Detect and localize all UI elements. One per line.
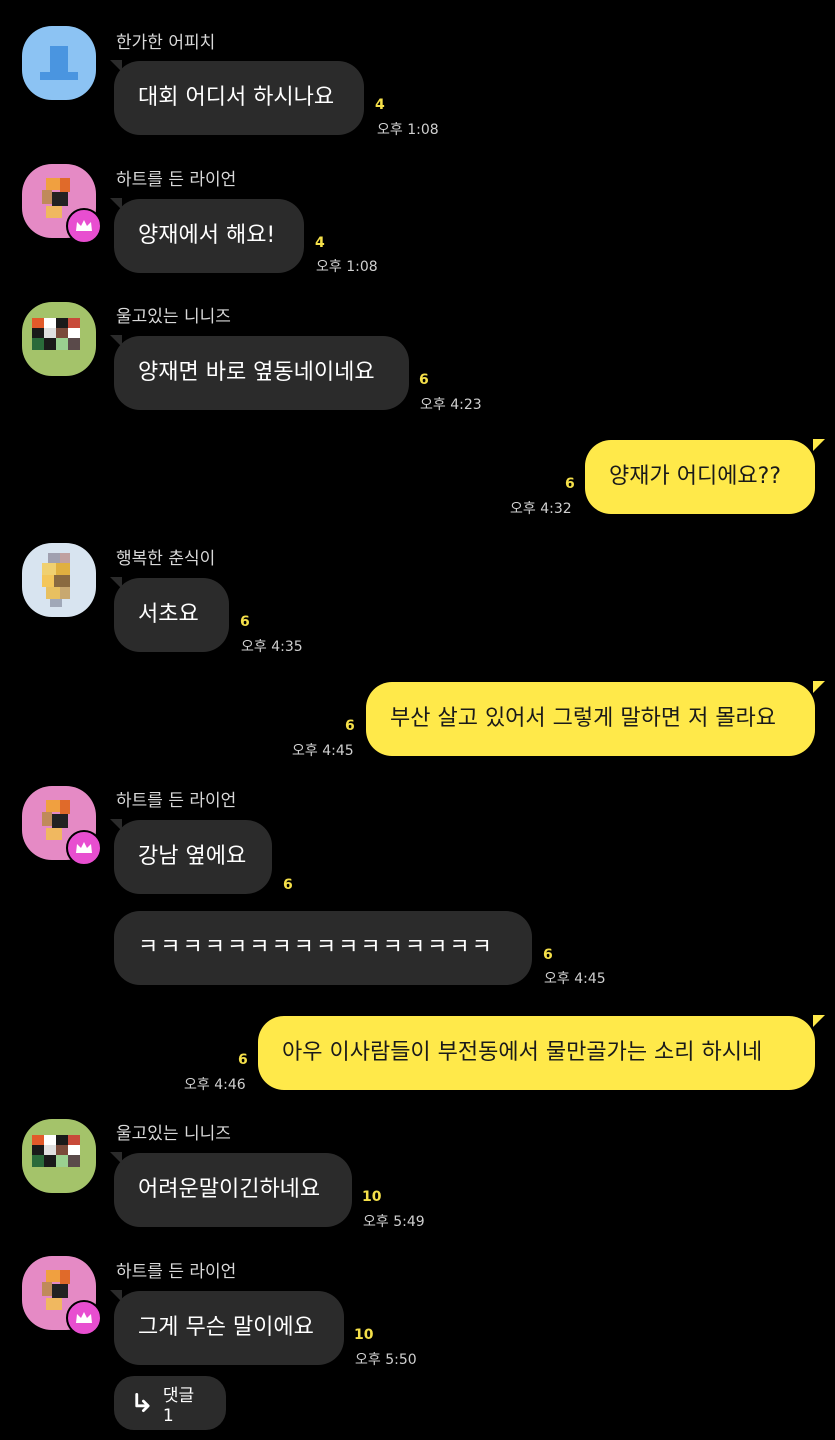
my-message-bubble[interactable]: 양재가 어디에요??	[585, 440, 815, 514]
message-bubble[interactable]: 양재에서 해요!	[114, 199, 304, 273]
bubble-tail	[813, 1015, 825, 1027]
bubble-tail	[813, 681, 825, 693]
person-icon	[40, 46, 78, 80]
sender-name: 하트를 든 라이언	[116, 791, 237, 811]
unread-count: 6	[345, 718, 355, 734]
message-time: 오후 4:35	[241, 639, 303, 655]
message-time: 오후 4:23	[420, 397, 482, 413]
avatar[interactable]	[22, 26, 96, 100]
message-time: 오후 4:46	[184, 1077, 246, 1093]
message-time: 오후 1:08	[377, 122, 439, 138]
unread-count: 4	[315, 235, 325, 251]
unread-count: 6	[283, 877, 293, 893]
sender-name: 한가한 어피치	[116, 33, 216, 53]
unread-count: 4	[375, 97, 385, 113]
unread-count: 6	[419, 372, 429, 388]
sender-name: 울고있는 니니즈	[116, 1124, 231, 1144]
message-bubble[interactable]: 강남 옆에요	[114, 820, 272, 894]
avatar[interactable]	[22, 1119, 96, 1193]
avatar[interactable]	[22, 543, 96, 617]
bubble-tail	[813, 439, 825, 451]
reply-arrow-icon	[135, 1393, 150, 1413]
my-message-bubble[interactable]: 아우 이사람들이 부전동에서 물만골가는 소리 하시네	[258, 1016, 815, 1090]
crown-icon	[66, 208, 102, 244]
unread-count: 10	[354, 1327, 374, 1343]
message-bubble[interactable]: 서초요	[114, 578, 229, 652]
unread-count: 6	[543, 947, 553, 963]
message-time: 오후 4:32	[510, 501, 572, 517]
message-time: 오후 4:45	[292, 743, 354, 759]
sender-name: 하트를 든 라이언	[116, 170, 237, 190]
sender-name: 울고있는 니니즈	[116, 307, 231, 327]
avatar[interactable]	[22, 302, 96, 376]
message-time: 오후 4:45	[544, 971, 606, 987]
message-bubble[interactable]: 대회 어디서 하시나요	[114, 61, 364, 135]
unread-count: 6	[238, 1052, 248, 1068]
reply-thread-button[interactable]: 댓글 1	[114, 1376, 226, 1430]
message-bubble[interactable]: 그게 무슨 말이에요	[114, 1291, 344, 1365]
message-time: 오후 5:50	[355, 1352, 417, 1368]
crown-icon	[66, 1300, 102, 1336]
message-time: 오후 1:08	[316, 259, 378, 275]
unread-count: 6	[565, 476, 575, 492]
sender-name: 행복한 춘식이	[116, 549, 216, 569]
reply-count-label: 댓글 1	[162, 1385, 195, 1426]
unread-count: 6	[240, 614, 250, 630]
crown-icon	[66, 830, 102, 866]
message-bubble[interactable]: 어려운말이긴하네요	[114, 1153, 352, 1227]
message-time: 오후 5:49	[363, 1214, 425, 1230]
message-bubble[interactable]: 양재면 바로 옆동네이네요	[114, 336, 409, 410]
unread-count: 10	[362, 1189, 382, 1205]
message-bubble[interactable]: ㅋㅋㅋㅋㅋㅋㅋㅋㅋㅋㅋㅋㅋㅋㅋㅋ	[114, 911, 532, 985]
sender-name: 하트를 든 라이언	[116, 1262, 237, 1282]
my-message-bubble[interactable]: 부산 살고 있어서 그렇게 말하면 저 몰라요	[366, 682, 815, 756]
